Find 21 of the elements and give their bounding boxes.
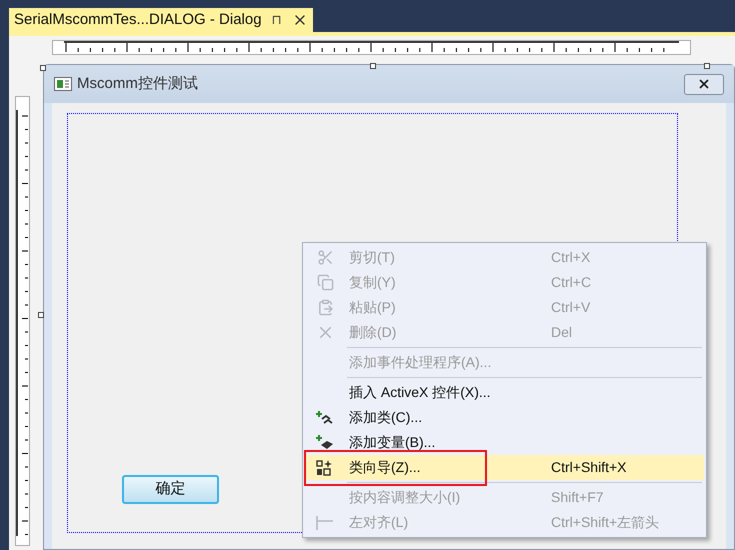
scissors-icon xyxy=(316,249,334,266)
dialog-icon xyxy=(54,77,72,91)
wizard-icon xyxy=(316,458,334,476)
ok-button[interactable]: 确定 xyxy=(122,475,219,504)
dialog-title: Mscomm控件测试 xyxy=(77,74,198,94)
menu-item[interactable]: 插入 ActiveX 控件(X)... xyxy=(305,380,704,405)
copy-icon xyxy=(316,274,334,291)
resize-handle[interactable] xyxy=(38,312,44,318)
resize-handle[interactable] xyxy=(370,63,376,69)
add-variable-icon xyxy=(316,434,334,451)
resize-handle[interactable] xyxy=(40,65,46,71)
close-icon xyxy=(697,77,711,91)
pin-button[interactable]: ⊓ xyxy=(272,10,282,30)
document-tab[interactable]: SerialMscommTes...DIALOG - Dialog ⊓ xyxy=(9,8,313,32)
resize-handle[interactable] xyxy=(704,63,710,69)
menu-item[interactable]: 添加类(C)... xyxy=(305,405,704,430)
menu-item[interactable]: 类向导(Z)... Ctrl+Shift+X xyxy=(305,455,704,480)
close-button[interactable] xyxy=(684,74,724,94)
paste-icon xyxy=(316,299,334,316)
add-class-icon xyxy=(316,410,334,426)
align-left-icon xyxy=(316,516,334,530)
